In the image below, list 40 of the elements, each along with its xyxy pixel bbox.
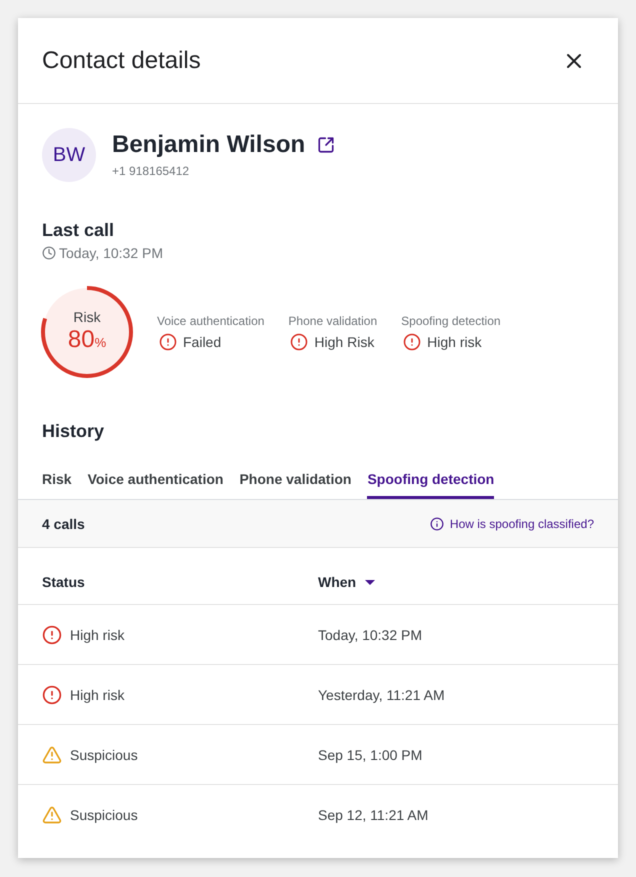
alert-icon <box>403 332 422 350</box>
clock-icon <box>42 246 56 260</box>
tab[interactable]: Phone validation <box>239 457 352 499</box>
risk-label: Risk <box>73 308 101 326</box>
status-text: High risk <box>70 626 124 644</box>
column-header[interactable]: When <box>318 572 376 592</box>
call-count: 4 calls <box>42 514 85 534</box>
status-text: Suspicious <box>70 806 138 824</box>
check-label: Voice authentication <box>157 312 264 328</box>
alert-icon <box>290 332 308 350</box>
contact-name: Benjamin Wilson <box>112 131 306 159</box>
last-call-time: Today, 10:32 PM <box>59 244 164 263</box>
alert-icon <box>42 624 62 644</box>
status-text: High risk <box>70 686 124 704</box>
alert-icon <box>42 684 62 704</box>
section-heading: Last call <box>42 219 114 242</box>
check-result: High risk <box>427 332 482 352</box>
column-header[interactable]: Status <box>42 572 85 592</box>
check-label: Spoofing detection <box>401 312 501 328</box>
check-result: Failed <box>183 332 222 352</box>
avatar: BW <box>42 128 96 182</box>
risk-value: 80% <box>68 326 106 354</box>
info-icon <box>430 516 444 530</box>
table-cell-text: Today, 10:32 PM <box>318 626 422 644</box>
status-text: Suspicious <box>70 746 138 764</box>
section-heading: History <box>42 420 104 443</box>
check-result: High Risk <box>314 332 374 352</box>
tab[interactable]: Risk <box>42 457 72 499</box>
help-link[interactable]: How is spoofing classified? <box>430 516 594 532</box>
check-label: Phone validation <box>288 312 378 328</box>
panel-title: Contact details <box>42 46 201 76</box>
tab[interactable]: Voice authentication <box>88 457 224 499</box>
warning-icon <box>42 804 62 824</box>
phone-number: +1 918165412 <box>112 163 190 179</box>
warning-icon <box>42 744 62 764</box>
table-cell-text: Yesterday, 11:21 AM <box>318 686 445 704</box>
external-link-icon[interactable] <box>317 136 336 154</box>
table-cell-text: Sep 12, 11:21 AM <box>318 806 428 824</box>
table-cell-text: Sep 15, 1:00 PM <box>318 746 422 764</box>
alert-icon <box>159 332 177 350</box>
